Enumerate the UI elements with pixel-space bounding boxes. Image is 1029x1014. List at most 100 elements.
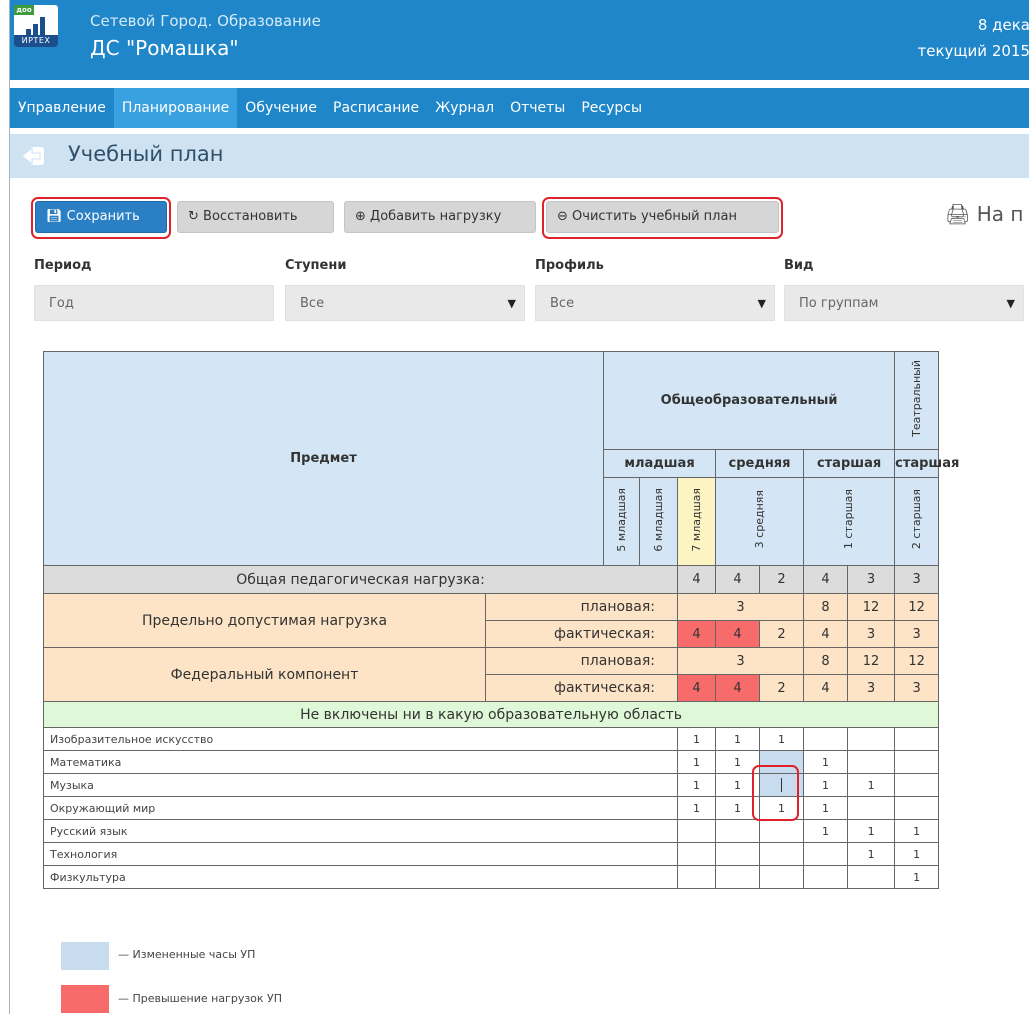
hours-cell[interactable]: 1 [677, 750, 717, 774]
profile-theatre-label: Театральный [909, 360, 923, 437]
hours-cell[interactable]: 1 [894, 819, 940, 843]
period-field: Год [34, 285, 274, 321]
caret-down-icon: ▼ [757, 297, 766, 310]
hours-cell[interactable] [677, 842, 717, 866]
group-header[interactable]: 3 средняя [715, 477, 805, 566]
group-header[interactable]: 1 старшая [803, 477, 896, 566]
hours-cell[interactable] [715, 842, 761, 866]
group-header[interactable]: 5 младшая [603, 477, 641, 566]
planned-value: 12 [847, 647, 896, 675]
nav-item-schedule[interactable]: Расписание [325, 88, 427, 128]
hours-cell[interactable]: 1 [847, 819, 896, 843]
actual-value-exceeded: 4 [677, 620, 717, 648]
hours-cell[interactable]: 1 [894, 865, 940, 889]
irtex-logo[interactable]: доо ИРТЕХ [14, 5, 58, 47]
federal-planned-row: Федеральный компонент плановая: 3 8 12 1… [43, 647, 940, 702]
total-load-label: Общая педагогическая нагрузка: [42, 565, 679, 594]
planned-value: 12 [847, 593, 896, 621]
hours-cell[interactable] [677, 819, 717, 843]
profile-theatre-header: Театральный [894, 351, 940, 450]
hours-cell[interactable] [894, 773, 940, 797]
hours-cell[interactable]: 1 [803, 819, 849, 843]
add-load-button[interactable]: ⊕ Добавить нагрузку [344, 201, 536, 233]
hours-cell[interactable] [847, 750, 896, 774]
profile-value: Все [550, 296, 575, 311]
max-load-label: Предельно допустимая нагрузка [43, 593, 486, 648]
group-header[interactable]: 2 старшая [894, 477, 940, 566]
hours-cell[interactable] [894, 727, 940, 751]
group-header[interactable]: 6 младшая [639, 477, 679, 566]
total-value: 2 [759, 565, 805, 594]
hours-cell[interactable] [677, 865, 717, 889]
planned-value: 8 [803, 647, 849, 675]
subject-name: Физкультура [42, 865, 679, 889]
nav-item-planning[interactable]: Планирование [113, 88, 238, 128]
subject-name: Изобразительное искусство [42, 727, 679, 751]
restore-label: Восстановить [203, 209, 298, 224]
page-title-bar: Учебный план [10, 134, 1029, 178]
hours-cell[interactable]: 1 [803, 750, 849, 774]
actual-label: фактическая: [484, 620, 679, 648]
hours-cell[interactable]: 1 [677, 773, 717, 797]
hours-cell[interactable]: 1 [677, 727, 717, 751]
legend-exceeded-label: — Превышение нагрузок УП [118, 992, 283, 1005]
nav-item-management[interactable]: Управление [10, 88, 114, 128]
save-label: Сохранить [66, 209, 140, 224]
current-date: 8 дека [977, 16, 1029, 34]
hours-cell[interactable] [847, 865, 896, 889]
hours-cell[interactable]: 1 [759, 727, 805, 751]
total-value: 4 [677, 565, 717, 594]
hours-cell[interactable] [894, 750, 940, 774]
hours-cell[interactable] [759, 865, 805, 889]
hours-cell[interactable] [847, 796, 896, 820]
hours-cell[interactable] [894, 796, 940, 820]
minus-circle-icon: ⊖ [557, 209, 568, 224]
hours-cell[interactable]: 1 [715, 727, 761, 751]
back-icon[interactable] [20, 144, 46, 168]
actual-label: фактическая: [484, 674, 679, 702]
hours-cell[interactable]: 1 [847, 842, 896, 866]
current-year[interactable]: текущий 2015 [918, 42, 1029, 60]
hours-cell[interactable]: 1 [803, 796, 849, 820]
profile-label: Профиль [535, 258, 604, 273]
group-header-selected[interactable]: 7 младшая [677, 477, 717, 566]
nav-item-learning[interactable]: Обучение [237, 88, 325, 128]
total-value: 4 [803, 565, 849, 594]
nav-item-journal[interactable]: Журнал [427, 88, 502, 128]
hours-cell[interactable] [715, 865, 761, 889]
printer-icon: 🖨︎ [945, 202, 971, 226]
level-middle-header: средняя [715, 449, 805, 478]
federal-label: Федеральный компонент [43, 647, 486, 702]
hours-cell[interactable] [803, 727, 849, 751]
total-value: 3 [847, 565, 896, 594]
group-label: 5 младшая [614, 487, 628, 552]
clear-plan-button[interactable]: ⊖ Очистить учебный план [546, 201, 779, 233]
restore-button[interactable]: ↻ Восстановить [177, 201, 334, 233]
hours-cell[interactable] [803, 842, 849, 866]
hours-cell[interactable]: 1 [677, 796, 717, 820]
levels-select[interactable]: Все ▼ [285, 285, 525, 321]
hours-cell[interactable]: 1 [847, 773, 896, 797]
print-label: На п [976, 202, 1024, 226]
hours-cell[interactable] [803, 865, 849, 889]
page-title: Учебный план [68, 142, 224, 166]
subject-header: Предмет [42, 351, 605, 566]
clear-plan-label: Очистить учебный план [572, 209, 737, 224]
subject-name: Математика [42, 750, 679, 774]
level-senior-header: старшая [803, 449, 896, 478]
view-label: Вид [784, 258, 814, 273]
actual-value-exceeded: 4 [677, 674, 717, 702]
save-button[interactable]: 💾︎ Сохранить [35, 201, 167, 233]
legend-changed-swatch [61, 942, 109, 970]
view-select[interactable]: По группам ▼ [784, 285, 1024, 321]
hours-cell[interactable] [847, 727, 896, 751]
nav-item-reports[interactable]: Отчеты [502, 88, 573, 128]
profile-select[interactable]: Все ▼ [535, 285, 775, 321]
print-link[interactable]: 🖨︎ На п [945, 202, 1023, 226]
hours-cell[interactable]: 1 [894, 842, 940, 866]
hours-cell[interactable] [759, 842, 805, 866]
nav-item-resources[interactable]: Ресурсы [573, 88, 650, 128]
hours-cell[interactable] [759, 819, 805, 843]
hours-cell[interactable] [715, 819, 761, 843]
hours-cell[interactable]: 1 [803, 773, 849, 797]
